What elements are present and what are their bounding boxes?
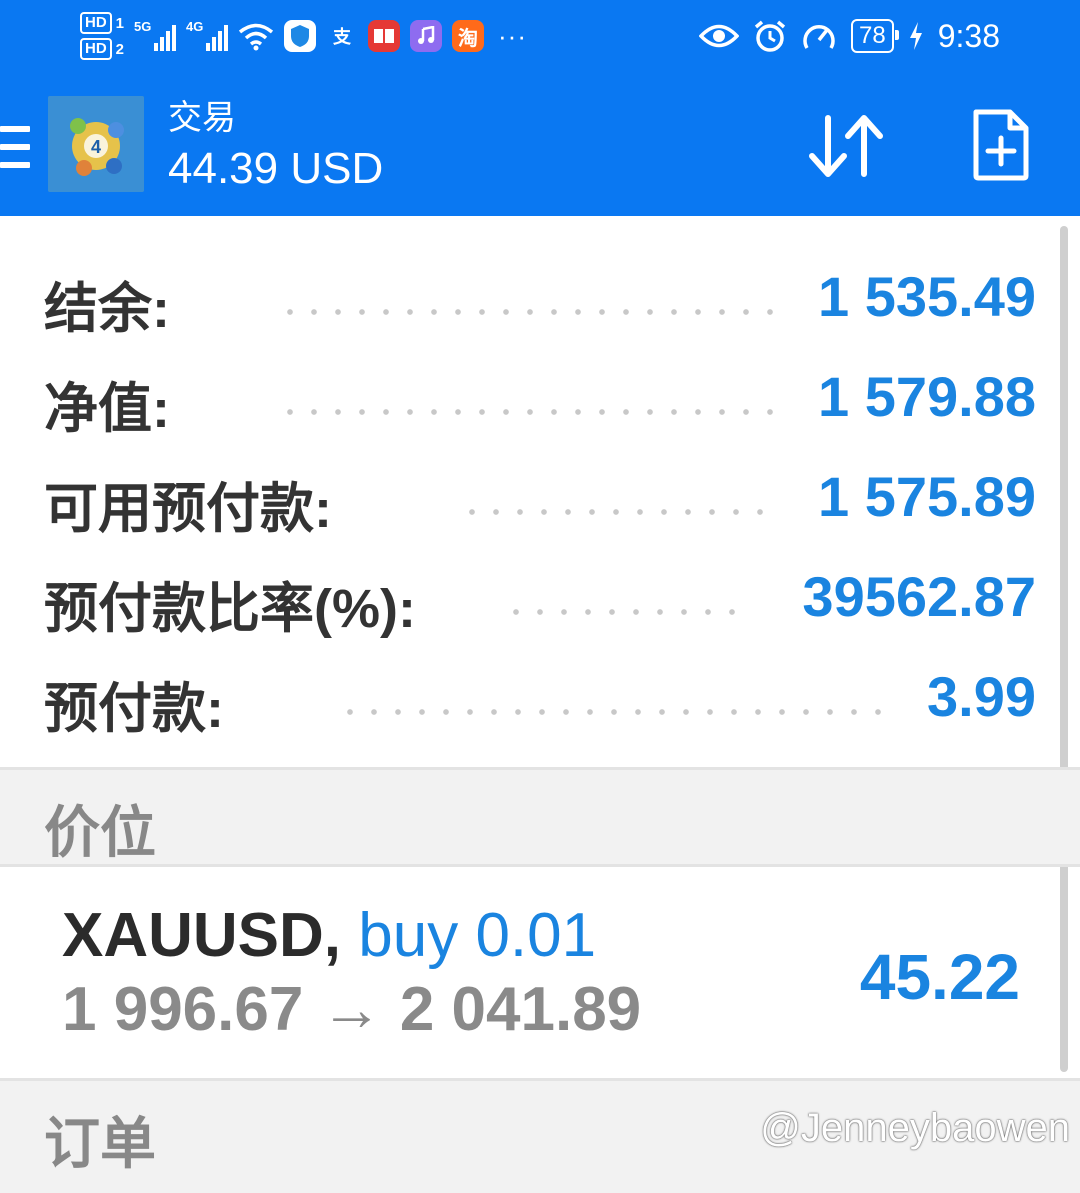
equity-value: 1 579.88 (818, 365, 1036, 428)
alipay-icon: 支 (333, 27, 352, 47)
dot-leader (460, 508, 770, 516)
page-title: 交易 (168, 99, 236, 137)
dot-leader (504, 608, 744, 616)
clock: 9:38 (937, 17, 1000, 54)
open-price: 1 996.67 (62, 975, 304, 1044)
equity-row: 净值: 1 579.88 (0, 342, 1060, 442)
sim2-number: 2 (115, 40, 125, 58)
sim2-indicator: HD 2 (80, 38, 124, 60)
status-left: HD 1 HD 2 5G 4G 支 淘 ··· (80, 8, 527, 64)
free-margin-label: 可用预付款: (44, 479, 332, 539)
sim1-indicator: HD 1 (80, 12, 124, 34)
battery-indicator: 78 (851, 19, 899, 53)
margin-level-label: 预付款比率(%): (44, 579, 416, 639)
taobao-icon: 淘 (452, 20, 485, 52)
current-price: 2 041.89 (399, 975, 642, 1044)
shield-app-icon (284, 20, 317, 52)
alarm-icon (754, 20, 786, 52)
svg-text:4: 4 (91, 137, 101, 157)
margin-value: 3.99 (927, 665, 1036, 728)
position-title: XAUUSD, buy 0.01 (62, 900, 596, 971)
dot-leader (278, 408, 778, 416)
charging-icon (909, 22, 922, 50)
margin-row: 预付款: 3.99 (0, 642, 1060, 742)
more-notifications-icon: ··· (498, 20, 527, 51)
metatrader-logo: 4 (48, 96, 144, 192)
margin-level-value: 39562.87 (802, 565, 1036, 628)
free-margin-row: 可用预付款: 1 575.89 (0, 442, 1060, 542)
position-symbol: XAUUSD, (62, 901, 342, 970)
network-type-4g: 4G (186, 19, 204, 34)
new-order-icon[interactable] (970, 108, 1032, 182)
eye-icon (699, 24, 740, 48)
sim-indicators: HD 1 HD 2 (80, 12, 124, 60)
equity-label: 净值: (44, 379, 170, 439)
position-profit: 45.22 (859, 941, 1020, 1013)
hd1-badge: HD (80, 12, 112, 34)
balance-row: 结余: 1 535.49 (0, 242, 1060, 342)
orders-section-title: 订单 (44, 1112, 156, 1175)
wifi-icon (238, 23, 274, 51)
hd2-badge: HD (80, 38, 112, 60)
status-right: 78 9:38 (699, 14, 1000, 58)
dot-leader (278, 308, 778, 316)
position-row[interactable]: XAUUSD, buy 0.01 1 996.67 → 2 041.89 45.… (0, 870, 1060, 1078)
position-direction: buy 0.01 (358, 901, 597, 970)
speedometer-icon (803, 25, 835, 49)
scrollbar[interactable] (1060, 226, 1068, 1072)
free-margin-value: 1 575.89 (818, 465, 1036, 528)
signal-4g-icon: 4G (186, 19, 229, 51)
network-type-5g: 5G (134, 19, 152, 34)
balance-value: 1 535.49 (818, 265, 1036, 328)
music-app-icon (410, 20, 443, 52)
dot-leader (338, 708, 888, 716)
positions-section-title: 价位 (44, 801, 156, 864)
arrow-right-icon: → (320, 975, 383, 1044)
signal-5g-icon: 5G (134, 19, 177, 51)
status-bar: HD 1 HD 2 5G 4G 支 淘 ··· 78 9:38 (0, 0, 1080, 80)
positions-section-header: 价位 (0, 767, 1080, 867)
app-header: 4 交易 44.39 USD (0, 80, 1080, 216)
menu-icon[interactable] (0, 126, 30, 168)
margin-label: 预付款: (44, 679, 224, 739)
balance-label: 结余: (44, 279, 170, 339)
watermark: @Jenneybaowen (760, 1106, 1070, 1150)
margin-level-row: 预付款比率(%): 39562.87 (0, 542, 1060, 642)
book-app-icon (368, 20, 401, 52)
sim1-number: 1 (115, 14, 125, 32)
sort-icon[interactable] (804, 110, 888, 182)
header-balance: 44.39 USD (168, 144, 384, 193)
position-prices: 1 996.67 → 2 041.89 (62, 974, 641, 1045)
